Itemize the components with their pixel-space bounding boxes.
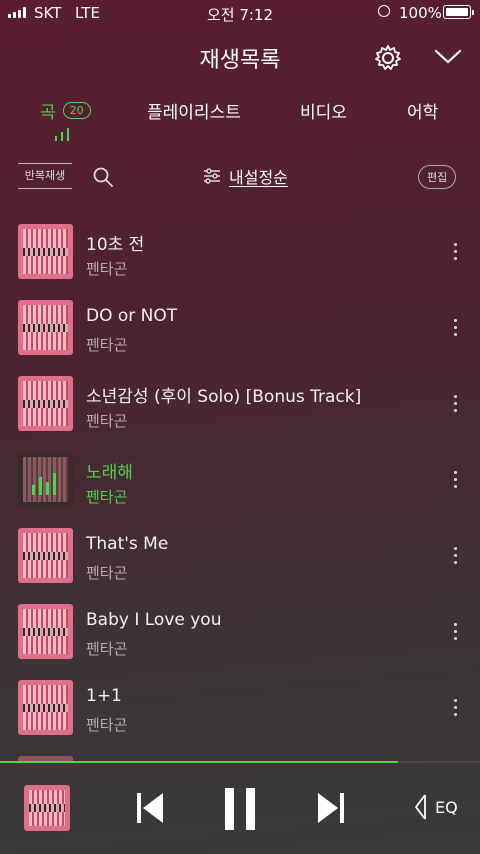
pause-icon[interactable] xyxy=(223,788,257,834)
more-icon[interactable] xyxy=(454,471,457,492)
tab-playlist[interactable]: 플레이리스트 xyxy=(147,98,241,123)
more-icon[interactable] xyxy=(454,699,457,720)
song-title: That's Me xyxy=(86,534,169,554)
list-item[interactable]: 10초 전 펜타곤 xyxy=(0,216,480,292)
tab-song-label: 곡 xyxy=(40,103,56,123)
list-item-partial[interactable] xyxy=(0,748,480,761)
repeat-button[interactable]: 반복재생 xyxy=(18,163,72,189)
speaker-icon xyxy=(415,794,426,820)
page-title: 재생목록 xyxy=(199,48,281,73)
tab-language[interactable]: 어학 xyxy=(407,98,438,123)
list-item[interactable]: 소년감성 (후이 Solo) [Bonus Track] 펜타곤 xyxy=(0,368,480,444)
battery-icon xyxy=(443,5,474,19)
previous-icon[interactable] xyxy=(135,791,165,829)
list-item[interactable]: That's Me 펜타곤 xyxy=(0,520,480,596)
edit-button[interactable]: 편집 xyxy=(418,165,457,189)
sort-label: 내설정순 xyxy=(229,168,288,187)
song-artist: 펜타곤 xyxy=(86,716,128,734)
more-icon[interactable] xyxy=(454,623,457,644)
tab-song[interactable]: 곡 20 xyxy=(40,98,91,123)
song-artist: 펜타곤 xyxy=(86,260,128,278)
song-title: 1+1 xyxy=(86,686,122,706)
mini-player: EQ xyxy=(0,763,480,854)
song-artist: 펜타곤 xyxy=(86,488,128,506)
eq-button[interactable]: EQ xyxy=(413,793,458,821)
tab-equalizer-icon xyxy=(55,128,69,141)
rotation-lock-icon xyxy=(378,5,390,17)
list-item[interactable]: DO or NOT 펜타곤 xyxy=(0,292,480,368)
album-cover xyxy=(18,376,73,431)
song-list: 10초 전 펜타곤 DO or NOT 펜타곤 소년감성 (후이 Solo) [… xyxy=(0,216,480,761)
song-title: 노래해 xyxy=(86,463,133,483)
album-cover xyxy=(18,604,73,659)
list-item[interactable]: Baby I Love you 펜타곤 xyxy=(0,596,480,672)
sort-button[interactable]: 내설정순 xyxy=(203,164,288,188)
list-item-now-playing[interactable]: 노래해 펜타곤 xyxy=(0,444,480,520)
song-artist: 펜타곤 xyxy=(86,564,128,582)
eq-label: EQ xyxy=(435,797,458,817)
tab-bar: 곡 20 플레이리스트 비디오 어학 xyxy=(0,98,480,141)
list-toolbar: 반복재생 내설정순 편집 xyxy=(0,160,480,194)
song-artist: 펜타곤 xyxy=(86,336,128,354)
list-item[interactable]: 1+1 펜타곤 xyxy=(0,672,480,748)
more-icon[interactable] xyxy=(454,395,457,416)
album-cover xyxy=(18,300,73,355)
song-title: 소년감성 (후이 Solo) [Bonus Track] xyxy=(86,387,362,407)
album-cover xyxy=(18,528,73,583)
album-cover xyxy=(18,224,73,279)
sliders-icon xyxy=(204,168,220,184)
song-title: Baby I Love you xyxy=(86,610,222,630)
song-title: DO or NOT xyxy=(86,306,178,326)
song-count-badge: 20 xyxy=(62,102,91,119)
status-bar: SKT LTE 오전 7:12 100% xyxy=(0,0,480,26)
tab-video[interactable]: 비디오 xyxy=(300,98,347,123)
song-artist: 펜타곤 xyxy=(86,412,128,430)
album-cover xyxy=(18,680,73,735)
more-icon[interactable] xyxy=(454,547,457,568)
search-icon[interactable] xyxy=(92,166,114,192)
player-album-cover[interactable] xyxy=(24,785,70,831)
gear-icon[interactable] xyxy=(374,44,402,76)
more-icon[interactable] xyxy=(454,319,457,340)
playing-equalizer-icon xyxy=(32,473,56,495)
more-icon[interactable] xyxy=(454,243,457,264)
chevron-down-icon[interactable] xyxy=(434,48,462,70)
song-title: 10초 전 xyxy=(86,235,145,255)
next-icon[interactable] xyxy=(316,791,346,829)
battery-percent: 100% xyxy=(399,4,442,22)
song-artist: 펜타곤 xyxy=(86,640,128,658)
album-cover xyxy=(18,452,73,507)
